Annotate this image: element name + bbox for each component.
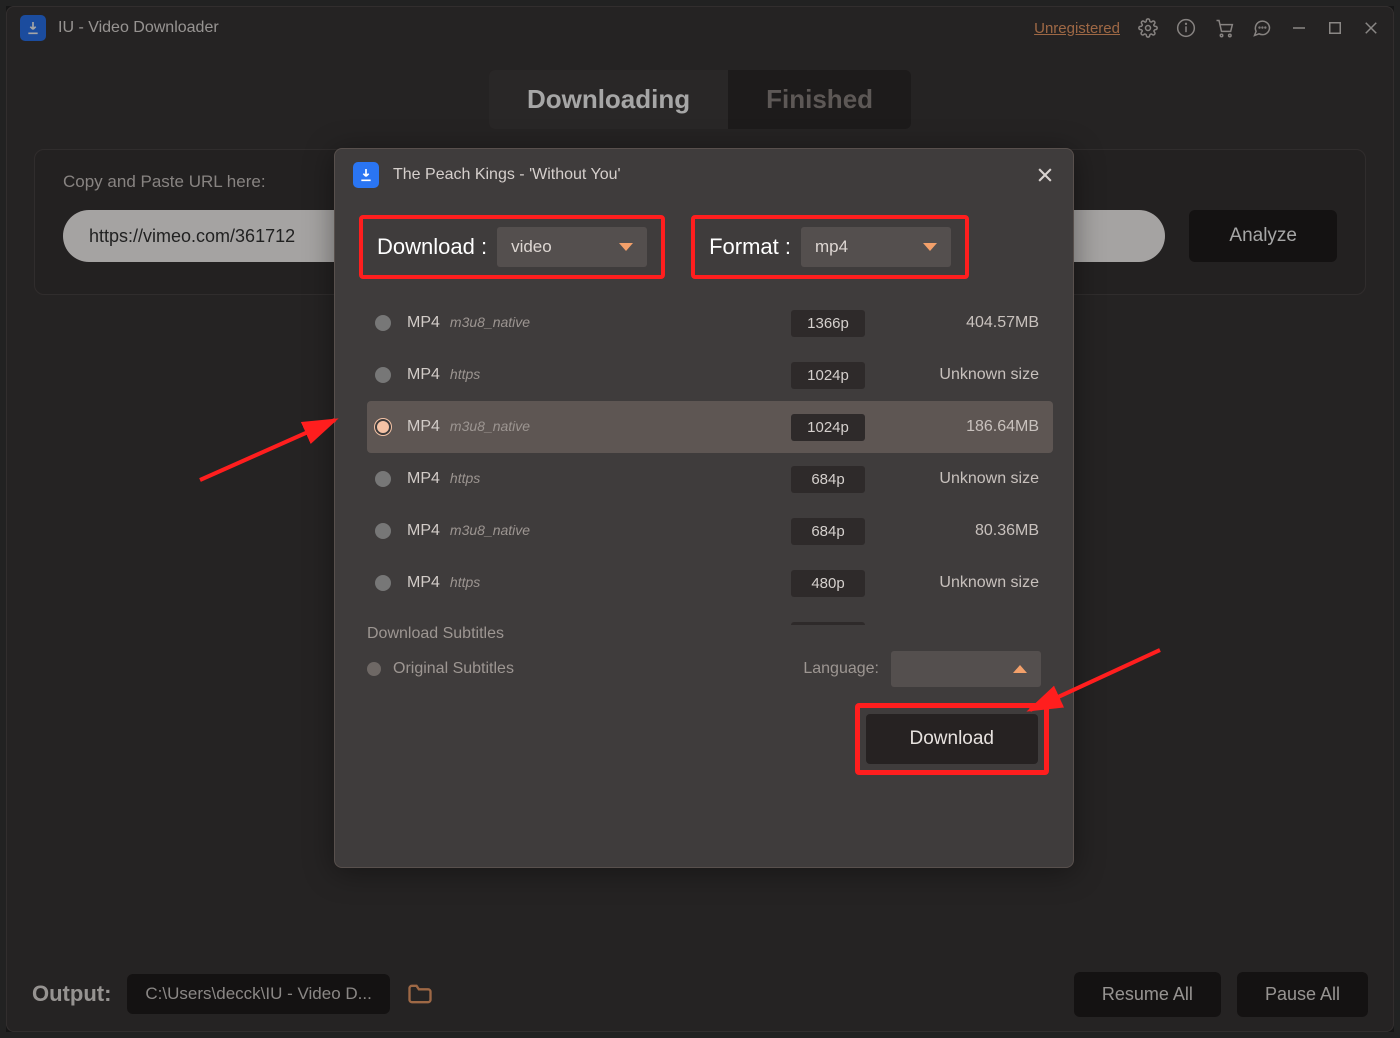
chevron-down-icon — [923, 243, 937, 251]
quality-radio[interactable] — [375, 419, 391, 435]
quality-row[interactable]: MP4 https 480p Unknown size — [367, 557, 1053, 609]
row-format: MP4 — [407, 470, 440, 488]
quality-radio[interactable] — [375, 471, 391, 487]
row-size: Unknown size — [889, 574, 1039, 592]
main-tabs: Downloading Finished — [6, 70, 1394, 129]
row-resolution: 1366p — [791, 310, 865, 337]
download-options-modal: The Peach Kings - 'Without You' Download… — [334, 148, 1074, 868]
format-dropdown[interactable]: mp4 — [801, 227, 951, 267]
row-protocol: m3u8_native — [450, 314, 530, 330]
chevron-up-icon — [1013, 665, 1027, 673]
tab-downloading[interactable]: Downloading — [489, 70, 728, 129]
row-protocol: m3u8_native — [450, 522, 530, 538]
row-resolution: 1024p — [791, 362, 865, 389]
output-label: Output: — [32, 981, 111, 1007]
row-protocol: https — [450, 574, 480, 590]
row-resolution: 480p — [791, 622, 865, 626]
minimize-icon[interactable] — [1290, 19, 1308, 37]
output-path[interactable]: C:\Users\decck\IU - Video D... — [127, 974, 389, 1014]
row-format: MP4 — [407, 522, 440, 540]
quality-radio[interactable] — [375, 315, 391, 331]
row-resolution: 684p — [791, 466, 865, 493]
format-label: Format : — [709, 234, 791, 260]
original-subtitles-radio[interactable] — [367, 662, 381, 676]
unregistered-link[interactable]: Unregistered — [1034, 20, 1120, 37]
download-button[interactable]: Download — [866, 714, 1039, 764]
row-format: MP4 — [407, 366, 440, 384]
quality-row[interactable]: MP4 m3u8_native 1366p 404.57MB — [367, 297, 1053, 349]
download-type-dropdown[interactable]: video — [497, 227, 647, 267]
row-size: Unknown size — [889, 366, 1039, 384]
download-type-label: Download : — [377, 234, 487, 260]
quality-row[interactable]: MP4 https 684p Unknown size — [367, 453, 1053, 505]
pause-all-button[interactable]: Pause All — [1237, 972, 1368, 1017]
resume-all-button[interactable]: Resume All — [1074, 972, 1221, 1017]
subtitles-header: Download Subtitles — [367, 625, 1041, 643]
info-icon[interactable] — [1176, 18, 1196, 38]
language-dropdown[interactable] — [891, 651, 1041, 687]
maximize-icon[interactable] — [1326, 19, 1344, 37]
download-type-value: video — [511, 237, 552, 257]
cart-icon[interactable] — [1214, 18, 1234, 38]
row-protocol: https — [450, 366, 480, 382]
quality-radio[interactable] — [375, 367, 391, 383]
footer: Output: C:\Users\decck\IU - Video D... R… — [6, 964, 1394, 1024]
format-value: mp4 — [815, 237, 848, 257]
app-title: IU - Video Downloader — [58, 19, 219, 37]
row-resolution: 480p — [791, 570, 865, 597]
row-format: MP4 — [407, 574, 440, 592]
language-label: Language: — [803, 660, 879, 678]
download-button-highlight: Download — [855, 703, 1050, 775]
format-group: Format : mp4 — [691, 215, 969, 279]
quality-radio[interactable] — [375, 575, 391, 591]
row-protocol: m3u8_native — [450, 418, 530, 434]
titlebar: IU - Video Downloader Unregistered — [6, 6, 1394, 50]
quality-row[interactable]: MP4 https 1024p Unknown size — [367, 349, 1053, 401]
row-resolution: 684p — [791, 518, 865, 545]
modal-logo-icon — [353, 162, 379, 188]
download-type-group: Download : video — [359, 215, 665, 279]
quality-row[interactable]: MP4 m3u8_native 1024p 186.64MB — [367, 401, 1053, 453]
row-format: MP4 — [407, 314, 440, 332]
modal-close-icon[interactable] — [1035, 165, 1055, 185]
row-size: 404.57MB — [889, 314, 1039, 332]
original-subtitles-label: Original Subtitles — [393, 660, 514, 678]
quality-radio[interactable] — [375, 523, 391, 539]
quality-list[interactable]: MP4 m3u8_native 1366p 404.57MB MP4 https 1024p… — [335, 297, 1073, 625]
quality-row[interactable]: MP4 m3u8_native 684p 80.36MB — [367, 505, 1053, 557]
close-icon[interactable] — [1362, 19, 1380, 37]
quality-row[interactable]: MP4m3u8_native480p42.06MB — [367, 609, 1053, 625]
row-size: Unknown size — [889, 470, 1039, 488]
app-logo-icon — [20, 15, 46, 41]
row-protocol: https — [450, 470, 480, 486]
folder-icon[interactable] — [406, 980, 434, 1008]
row-size: 80.36MB — [889, 522, 1039, 540]
tab-finished[interactable]: Finished — [728, 70, 911, 129]
row-size: 186.64MB — [889, 418, 1039, 436]
chat-icon[interactable] — [1252, 18, 1272, 38]
row-resolution: 1024p — [791, 414, 865, 441]
modal-title: The Peach Kings - 'Without You' — [393, 166, 621, 184]
chevron-down-icon — [619, 243, 633, 251]
subtitles-section: Download Subtitles Original Subtitles La… — [335, 625, 1073, 687]
analyze-button[interactable]: Analyze — [1189, 210, 1337, 262]
row-format: MP4 — [407, 418, 440, 436]
gear-icon[interactable] — [1138, 18, 1158, 38]
